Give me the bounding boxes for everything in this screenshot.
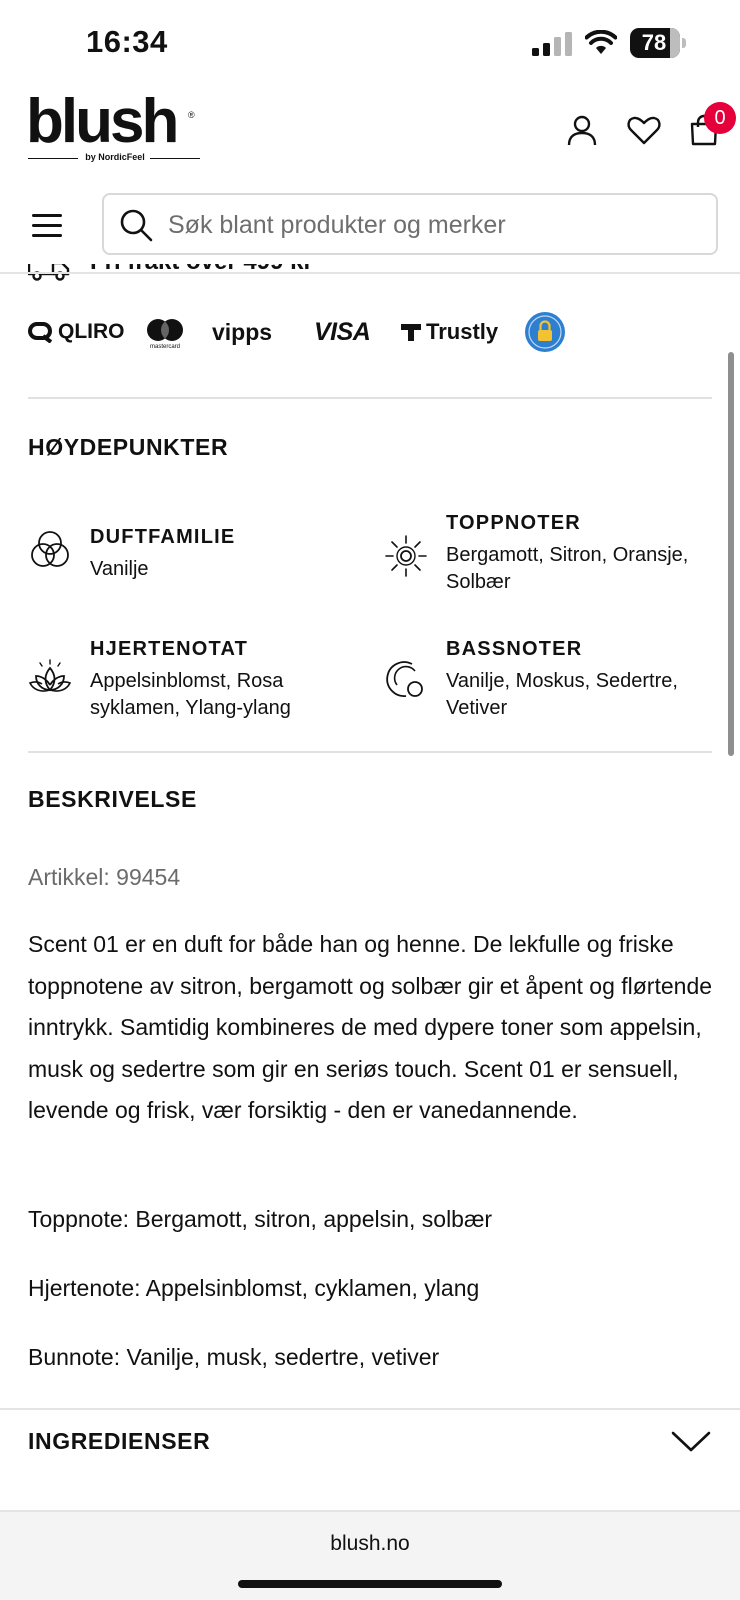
highlights-title: HØYDEPUNKTER	[28, 434, 229, 460]
article-number: Artikkel: 99454	[28, 864, 181, 890]
site-header: blush ® by NordicFeel	[0, 87, 740, 190]
battery-icon: 78	[630, 28, 686, 58]
ingredients-title: INGREDIENSER	[28, 1428, 211, 1454]
blush-logo[interactable]: blush ® by NordicFeel	[26, 87, 202, 164]
highlight-label: HJERTENOTAT	[90, 638, 249, 660]
section-divider	[28, 751, 712, 753]
highlight-value: Vanilje	[90, 558, 149, 580]
highlight-label: TOPPNOTER	[446, 512, 581, 534]
free-shipping-text: Fri frakt over 499 kr	[90, 264, 313, 276]
trygg-ehandel-badge	[524, 310, 566, 354]
qliro-label: QLIRO	[58, 320, 125, 343]
highlight-fragrance-family: DUFTFAMILIE Vanilje	[28, 526, 358, 586]
header-divider	[0, 272, 740, 274]
wifi-icon	[585, 30, 617, 54]
chevron-down-icon	[671, 1431, 711, 1452]
highlight-value: Appelsinblomst, Rosa syklamen, Ylang-yla…	[90, 670, 291, 719]
battery-level: 78	[641, 30, 667, 55]
free-shipping-row: Fri frakt over 499 kr	[28, 264, 718, 290]
search-row	[0, 190, 740, 270]
highlight-heart-notes: HJERTENOTAT Appelsinblomst, Rosa syklame…	[28, 638, 358, 719]
lotus-icon	[28, 659, 72, 692]
base-notes-icon	[386, 661, 423, 697]
account-icon[interactable]	[564, 112, 600, 148]
vipps-logo: vipps	[212, 318, 273, 345]
hamburger-menu-icon[interactable]	[30, 210, 66, 240]
sun-icon	[385, 535, 427, 577]
trustly-logo: Trustly	[400, 310, 498, 354]
scrollbar[interactable]	[728, 352, 734, 756]
description-title: BESKRIVELSE	[28, 786, 197, 812]
search-box[interactable]	[102, 193, 718, 255]
mastercard-logo: mastercard	[146, 310, 184, 354]
logo-wordmark: blush	[26, 87, 179, 156]
circles-icon	[31, 531, 69, 567]
search-icon	[120, 209, 153, 242]
status-bar: 16:34 78	[0, 0, 740, 90]
qliro-logo: QLIRO	[28, 310, 125, 354]
highlight-label: DUFTFAMILIE	[90, 526, 236, 548]
cart-count-badge[interactable]: 0	[704, 102, 736, 134]
highlight-base-notes: BASSNOTER Vanilje, Moskus, Sedertre, Vet…	[384, 638, 724, 719]
base-note-text: Bunnote: Vanilje, musk, sedertre, vetive…	[28, 1344, 440, 1370]
payment-methods: QLIRO mastercard vipps VISA Trustly	[28, 310, 718, 358]
mastercard-label: mastercard	[149, 344, 180, 350]
description-body: Scent 01 er en duft for både han og henn…	[28, 931, 713, 1123]
highlight-label: BASSNOTER	[446, 638, 583, 660]
ingredients-accordion[interactable]: INGREDIENSER	[0, 1410, 740, 1506]
highlight-top-notes: TOPPNOTER Bergamott, Sitron, Oransje, So…	[384, 512, 724, 593]
visa-logo: VISA	[314, 317, 371, 346]
logo-byline: by NordicFeel	[85, 152, 145, 162]
heart-note-text: Hjertenote: Appelsinblomst, cyklamen, yl…	[28, 1275, 480, 1301]
truck-icon	[28, 264, 70, 281]
section-divider	[28, 397, 712, 399]
top-note-text: Toppnote: Bergamott, sitron, appelsin, s…	[28, 1206, 493, 1232]
highlight-value: Bergamott, Sitron, Oransje, Solbær	[446, 544, 689, 593]
home-indicator[interactable]	[238, 1580, 502, 1588]
highlight-value: Vanilje, Moskus, Sedertre, Vetiver	[446, 670, 678, 719]
trustly-label: Trustly	[426, 319, 499, 344]
browser-bottom-bar: blush.no	[0, 1510, 740, 1600]
search-input[interactable]	[168, 203, 698, 247]
wishlist-heart-icon[interactable]	[626, 112, 662, 148]
cellular-signal-icon	[532, 32, 572, 56]
status-time: 16:34	[86, 24, 168, 59]
browser-url[interactable]: blush.no	[0, 1532, 740, 1556]
